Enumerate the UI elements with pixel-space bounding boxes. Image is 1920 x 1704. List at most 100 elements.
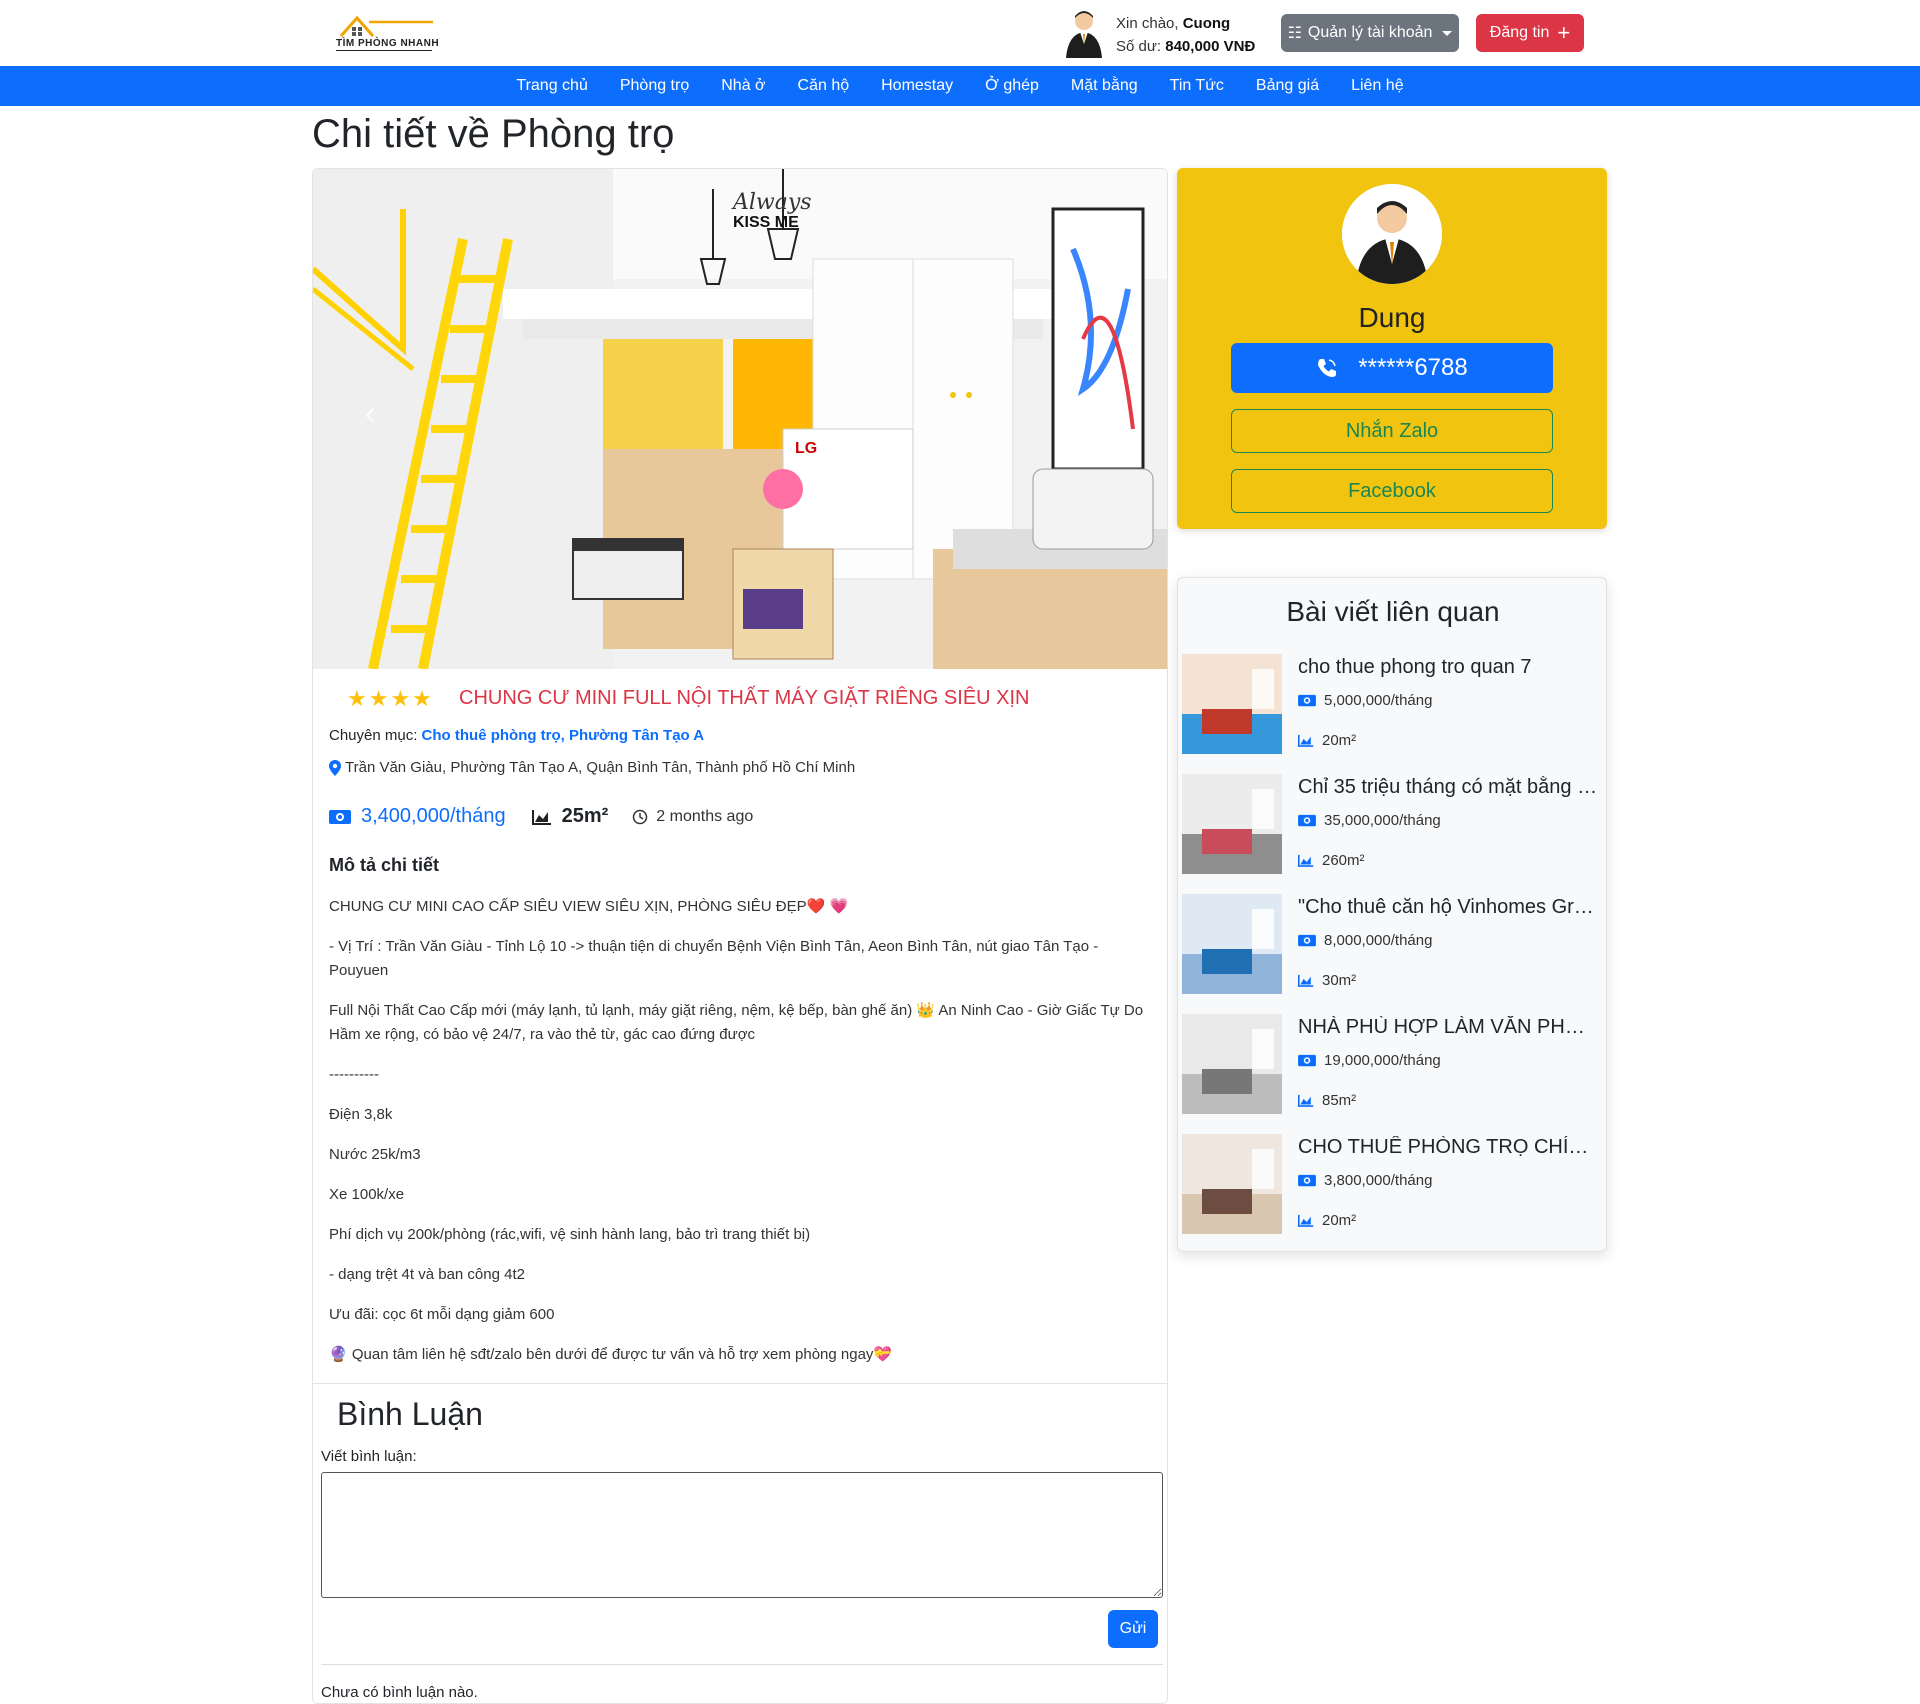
post-address: Trần Văn Giàu, Phường Tân Tạo A, Quận Bì… (329, 759, 855, 776)
comments-section: Bình Luận Viết bình luận: Gửi Chưa có bì… (313, 1383, 1167, 1703)
greeting-prefix: Xin chào, (1116, 15, 1179, 32)
related-area: 20m² (1298, 732, 1356, 749)
related-thumbnail[interactable] (1182, 1014, 1282, 1114)
money-icon (329, 809, 351, 824)
related-thumbnail[interactable] (1182, 654, 1282, 754)
related-area: 30m² (1298, 972, 1356, 989)
category-link[interactable]: Cho thuê phòng trọ, Phường Tân Tạo A (422, 727, 705, 744)
related-name[interactable]: cho thue phong tro quan 7 (1298, 656, 1598, 679)
post-time: 2 months ago (656, 807, 754, 825)
rating-stars: ★★★★ (347, 687, 434, 712)
user-name: Cuong (1182, 15, 1231, 32)
phone-icon (1318, 359, 1337, 377)
post-meta: 3,400,000/tháng 25m² 2 months ago (329, 805, 753, 828)
related-name[interactable]: CHO THUÊ PHÒNG TRỌ CHÍNH CHỦ (1298, 1136, 1598, 1159)
money-icon (1298, 814, 1316, 827)
money-icon (1298, 1174, 1316, 1187)
description-paragraph: Điện 3,8k (329, 1106, 393, 1123)
related-price: 8,000,000/tháng (1298, 932, 1432, 949)
category-label: Chuyên mục: (329, 727, 418, 744)
carousel-prev-icon[interactable]: ‹ (363, 397, 393, 431)
related-item[interactable]: cho thue phong tro quan 7 5,000,000/tháng… (1182, 654, 1604, 754)
related-area-text: 85m² (1322, 1092, 1357, 1109)
post-listing-label: Đăng tin (1489, 24, 1550, 41)
svg-text:LG: LG (795, 440, 817, 457)
area-chart-icon (1298, 1094, 1314, 1107)
room-photo-carousel[interactable]: LG Always KISS ME ‹ › (313, 169, 1167, 669)
nav-item[interactable]: Liên hệ (1335, 66, 1420, 106)
nav-item[interactable]: Bảng giá (1240, 66, 1335, 106)
money-icon (1298, 1054, 1316, 1067)
nav-item[interactable]: Tin Tức (1154, 66, 1240, 106)
related-item[interactable]: "Cho thuê căn hộ Vinhomes Grand Park 8,00… (1182, 894, 1604, 994)
related-price-text: 8,000,000/tháng (1324, 932, 1433, 949)
address-text: Trần Văn Giàu, Phường Tân Tạo A, Quận Bì… (345, 759, 856, 776)
main-nav: Trang chủ Phòng trọ Nhà ở Căn hộ Homestay Ở g… (0, 66, 1920, 106)
facebook-button[interactable]: Facebook (1231, 469, 1553, 513)
related-name[interactable]: Chỉ 35 triệu tháng có mặt bằng kinh doan… (1298, 776, 1598, 799)
carousel-next-icon[interactable]: › (1093, 397, 1123, 431)
house-logo-icon (339, 15, 433, 37)
nav-item[interactable]: Homestay (865, 66, 969, 106)
comment-send-button[interactable]: Gửi (1108, 1610, 1158, 1648)
related-area: 85m² (1298, 1092, 1356, 1109)
area-chart-icon (1298, 1214, 1314, 1227)
money-icon (1298, 934, 1316, 947)
manage-account-button[interactable]: ☷ Quản lý tài khoản (1281, 14, 1459, 52)
user-avatar[interactable] (1062, 8, 1106, 58)
description-paragraph: Ưu đãi: cọc 6t mỗi dạng giảm 600 (329, 1306, 555, 1323)
post-area: 25m² (561, 805, 609, 827)
related-item[interactable]: NHÀ PHÙ HỢP LÀM VĂN PHÒNG CÔNG TY 19,000,… (1182, 1014, 1604, 1114)
site-logo[interactable]: TÌM PHÒNG NHANH (333, 12, 439, 54)
description-paragraph: Full Nội Thất Cao Cấp mới (máy lạnh, tủ … (329, 1002, 1144, 1043)
nav-item[interactable]: Nhà ở (705, 66, 781, 106)
related-posts: Bài viết liên quan cho thue phong tro qu… (1177, 577, 1607, 1252)
phone-number: ******6788 (1358, 354, 1468, 381)
room-photo: LG Always KISS ME (313, 169, 1167, 669)
nav-item[interactable]: Phòng trọ (604, 66, 705, 106)
balance-value: 840,000 VNĐ (1165, 38, 1256, 55)
nav-item[interactable]: Mặt bằng (1055, 66, 1154, 106)
related-thumbnail[interactable] (1182, 1134, 1282, 1234)
list-check-icon: ☷ (1287, 25, 1302, 42)
svg-text:KISS ME: KISS ME (733, 214, 799, 231)
description-paragraph: Phí dịch vụ 200k/phòng (rác,wifi, vệ sin… (329, 1226, 811, 1243)
post-listing-button[interactable]: Đăng tin + (1476, 14, 1584, 52)
comment-label: Viết bình luận: (321, 1448, 417, 1465)
related-area-text: 260m² (1322, 852, 1365, 869)
nav-item[interactable]: Ở ghép (969, 66, 1055, 106)
divider (321, 1664, 1163, 1665)
no-comments-text: Chưa có bình luận nào. (321, 1684, 478, 1701)
zalo-button[interactable]: Nhắn Zalo (1231, 409, 1553, 453)
description-body: CHUNG CƯ MINI CAO CẤP SIÊU VIEW SIÊU XỊN… (329, 895, 1149, 1383)
related-price-text: 35,000,000/tháng (1324, 812, 1441, 829)
description-paragraph: 🔮 Quan tâm liên hệ sđt/zalo bên dưới để … (329, 1346, 893, 1363)
balance-label: Số dư: (1116, 38, 1162, 55)
post-category: Chuyên mục: Cho thuê phòng trọ, Phường T… (329, 727, 704, 744)
owner-avatar (1342, 184, 1442, 284)
comment-textarea[interactable] (321, 1472, 1163, 1598)
description-paragraph: Nước 25k/m3 (329, 1146, 421, 1163)
area-chart-icon (1298, 734, 1314, 747)
related-name[interactable]: NHÀ PHÙ HỢP LÀM VĂN PHÒNG CÔNG TY (1298, 1016, 1598, 1039)
related-price-text: 3,800,000/tháng (1324, 1172, 1433, 1189)
call-phone-button[interactable]: ******6788 (1231, 343, 1553, 393)
related-price: 19,000,000/tháng (1298, 1052, 1441, 1069)
related-thumbnail[interactable] (1182, 894, 1282, 994)
related-name[interactable]: "Cho thuê căn hộ Vinhomes Grand Park (1298, 896, 1598, 919)
money-icon (1298, 694, 1316, 707)
related-area-text: 20m² (1322, 1212, 1357, 1229)
related-price-text: 5,000,000/tháng (1324, 692, 1433, 709)
related-price: 35,000,000/tháng (1298, 812, 1441, 829)
description-paragraph: Xe 100k/xe (329, 1186, 405, 1203)
related-item[interactable]: CHO THUÊ PHÒNG TRỌ CHÍNH CHỦ 3,800,000/th… (1182, 1134, 1604, 1234)
nav-item[interactable]: Trang chủ (500, 66, 603, 106)
related-title: Bài viết liên quan (1286, 596, 1500, 627)
related-thumbnail[interactable] (1182, 774, 1282, 874)
nav-item[interactable]: Căn hộ (782, 66, 866, 106)
related-area-text: 20m² (1322, 732, 1357, 749)
related-price: 3,800,000/tháng (1298, 1172, 1432, 1189)
description-paragraph: - dạng trệt 4t và ban công 4t2 (329, 1266, 525, 1283)
post-title: CHUNG CƯ MINI FULL NỘI THẤT MÁY GIẶT RIÊ… (459, 687, 1030, 709)
related-item[interactable]: Chỉ 35 triệu tháng có mặt bằng kinh doan… (1182, 774, 1604, 874)
